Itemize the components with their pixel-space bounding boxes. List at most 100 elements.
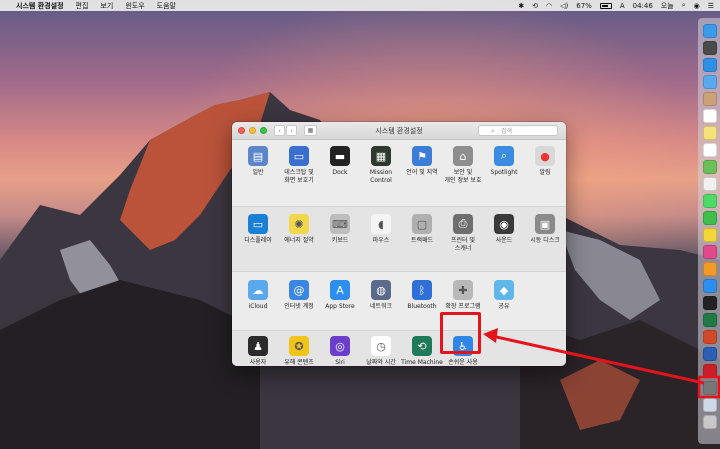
pref-internet-accounts[interactable]: @ 인터넷 계정 [277,280,321,311]
siri-menu-icon[interactable]: ◉ [694,2,700,10]
pref-language-region[interactable]: ⚑ 언어 및 지역 [400,146,444,177]
menu-edit[interactable]: 편집 [76,1,89,11]
finder-icon[interactable] [703,24,717,38]
search-input[interactable]: ⌕ 검색 [478,125,558,136]
notification-center-icon[interactable]: ☰ [708,2,714,10]
pref-network[interactable]: ◍ 네트워크 [359,280,403,311]
close-button[interactable] [238,127,245,134]
pref-users-groups[interactable]: ♟ 사용자 및 그룹 [236,336,280,366]
downloads-stack-icon[interactable] [703,398,717,412]
pref-mission-control[interactable]: ▦ Mission Control [359,146,403,185]
calendar-icon[interactable] [703,109,717,123]
notes-icon[interactable] [703,126,717,140]
itunes-icon[interactable] [703,245,717,259]
keyboard-icon: ⌨ [330,214,350,234]
menu-view[interactable]: 보기 [100,1,113,11]
parental-controls-icon: ✪ [289,336,309,356]
photos-icon[interactable] [703,177,717,191]
pref-sound[interactable]: ◉ 사운드 [482,214,526,245]
volume-icon[interactable]: ◁) [560,2,568,10]
back-button[interactable]: ‹ [274,125,285,136]
word-icon[interactable] [703,347,717,361]
pref-app-store[interactable]: A App Store [318,280,362,311]
minimize-button[interactable] [249,127,256,134]
pref-security-privacy[interactable]: ⌂ 보안 및 개인 정보 보호 [441,146,485,185]
book-icon[interactable] [703,262,717,276]
battery-icon[interactable] [599,2,612,9]
chat-bubble-icon[interactable] [703,228,717,242]
app-store-icon[interactable] [703,279,717,293]
facetime-icon[interactable] [703,211,717,225]
pref-parental-controls[interactable]: ✪ 유해 콘텐츠 차단 [277,336,321,366]
time-machine-status-icon[interactable]: ⟲ [532,2,538,10]
search-placeholder: 검색 [501,128,513,135]
pref-sharing[interactable]: ◆ 공유 [482,280,526,311]
pref-keyboard[interactable]: ⌨ 키보드 [318,214,362,245]
forward-button[interactable]: › [286,125,297,136]
pref-dock[interactable]: ▬ Dock [318,146,362,177]
network-globe-icon: ◍ [371,280,391,300]
pref-displays[interactable]: ▭ 디스플레이 [236,214,280,245]
safari-icon[interactable] [703,58,717,72]
pref-label: Mission Control [369,169,393,184]
pref-label: App Store [325,303,355,310]
pref-notifications[interactable]: ● 알림 [523,146,566,177]
input-source-icon[interactable]: A [620,2,625,10]
printer-icon: ⎙ [453,214,473,234]
bluetooth-status-icon[interactable]: ✱ [518,2,524,10]
pref-energy-saver[interactable]: ✺ 에너지 절약 [277,214,321,245]
puzzle-icon: ✚ [453,280,473,300]
pref-label: 네트워크 [369,303,393,310]
reminders-icon[interactable] [703,143,717,157]
siri-icon: ◎ [330,336,350,356]
excel-icon[interactable] [703,313,717,327]
pref-startup-disk[interactable]: ▣ 시동 디스크 [523,214,566,245]
title-bar: ‹ › ▦ 시스템 환경설정 ⌕ 검색 [232,122,566,140]
pref-mouse[interactable]: ◖ 마우스 [359,214,403,245]
wifi-icon[interactable]: ◠ [546,2,552,10]
pref-siri[interactable]: ◎ Siri [318,336,362,366]
pref-spotlight[interactable]: ⌕ Spotlight [482,146,526,177]
battery-percent[interactable]: 67% [576,2,592,10]
zoom-button[interactable] [260,127,267,134]
mail-icon[interactable] [703,75,717,89]
show-all-grid-icon[interactable]: ▦ [304,125,317,136]
menu-window[interactable]: 윈도우 [125,1,144,11]
launchpad-icon[interactable] [703,41,717,55]
pref-label: 날짜와 시간 [366,359,396,366]
pref-label: 공유 [498,303,510,310]
terminal-icon[interactable] [703,296,717,310]
users-icon: ♟ [248,336,268,356]
day-label[interactable]: 오늘 [661,1,674,11]
accessibility-highlight-box [440,312,481,354]
pref-time-machine[interactable]: ⟲ Time Machine [400,336,444,366]
app-store-icon: A [330,280,350,300]
pref-printers-scanners[interactable]: ⎙ 프린터 및 스캐너 [441,214,485,253]
clock[interactable]: 04:46 [633,2,653,10]
menu-help[interactable]: 도움말 [157,1,176,11]
maps-icon[interactable] [703,160,717,174]
menu-app-name[interactable]: 시스템 환경설정 [16,1,64,11]
photo-booth-icon[interactable] [703,364,717,378]
pref-icloud[interactable]: ☁ iCloud [236,280,280,311]
pref-date-time[interactable]: ◷ 날짜와 시간 [359,336,403,366]
pref-general[interactable]: ▤ 일반 [236,146,280,177]
system-preferences-window: ‹ › ▦ 시스템 환경설정 ⌕ 검색 ▤ 일반 ▭ 데스크탑 및 화면 보호기 ▬ Do… [232,122,566,366]
pref-trackpad[interactable]: ▢ 트랙패드 [400,214,444,245]
pref-extensions[interactable]: ✚ 확장 프로그램 [441,280,485,311]
pref-label: 마우스 [372,237,390,244]
desktop-icon: ▭ [289,146,309,166]
messages-icon[interactable] [703,194,717,208]
contacts-icon[interactable] [703,92,717,106]
pref-bluetooth[interactable]: ᛒ Bluetooth [400,280,444,311]
dock-icon: ▬ [330,146,350,166]
trash-icon[interactable] [703,415,717,429]
pref-label: 알림 [539,169,551,176]
pref-label: iCloud [248,303,268,310]
trackpad-icon: ▢ [412,214,432,234]
pref-label: 시동 디스크 [530,237,560,244]
pref-desktop-screensaver[interactable]: ▭ 데스크탑 및 화면 보호기 [277,146,321,185]
gear-icon[interactable] [703,381,717,395]
spotlight-menu-icon[interactable]: ⌕ [682,1,686,10]
powerpoint-icon[interactable] [703,330,717,344]
